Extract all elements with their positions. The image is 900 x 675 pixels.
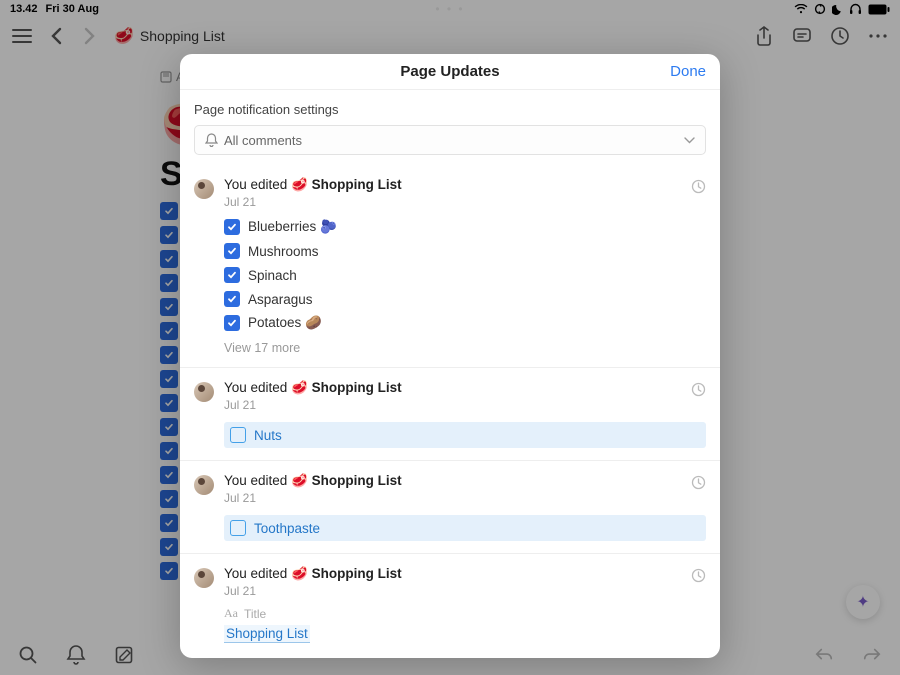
checkbox-item[interactable] [160,562,178,580]
sync-icon [814,3,826,15]
modal-header: Page Updates Done [180,54,720,90]
sidebar-toggle-icon[interactable] [12,26,32,46]
inbox-icon[interactable] [66,645,86,665]
checked-item: Asparagus [224,291,706,307]
checkbox-item[interactable] [160,418,178,436]
entry-summary: You edited 🥩 Shopping List [224,177,402,193]
nav-back-button[interactable] [46,26,66,46]
entry-timestamp: Jul 21 [224,491,402,505]
checkbox-item[interactable] [160,538,178,556]
entry-timestamp: Jul 21 [224,195,402,209]
share-icon[interactable] [754,26,774,46]
nav-forward-button [80,26,100,46]
checkbox-item[interactable] [160,274,178,292]
checkbox-item[interactable] [160,322,178,340]
item-label: Blueberries 🫐 [248,219,337,235]
moon-icon [832,4,843,15]
new-page-icon[interactable] [114,645,134,665]
update-entry: You edited 🥩 Shopping List Jul 21 Bluebe… [180,165,720,367]
checkbox-checked-icon [224,267,240,283]
breadcrumb[interactable]: 🥩 Shopping List [114,26,225,46]
checkbox-item[interactable] [160,466,178,484]
added-item-row: Nuts [224,422,706,448]
checked-item: Potatoes 🥔 [224,315,706,331]
status-time: 13.42 [10,3,38,15]
undo-icon[interactable] [814,645,834,665]
multitask-handle-icon[interactable]: • • • [435,2,464,16]
modal-title: Page Updates [400,63,499,80]
avatar [194,382,214,402]
checkbox-unchecked-icon [230,427,246,443]
checked-item: Mushrooms [224,243,706,259]
checkbox-item[interactable] [160,394,178,412]
bell-icon [205,133,218,147]
clock-icon [691,568,706,588]
title-field-label: AaTitle [224,606,706,621]
settings-label: Page notification settings [194,102,706,117]
more-icon[interactable] [868,26,888,46]
entry-summary: You edited 🥩 Shopping List [224,473,402,489]
checkbox-item[interactable] [160,514,178,532]
ai-assist-button[interactable]: ✦ [846,585,880,619]
wifi-icon [794,4,808,14]
clock-icon [691,382,706,402]
item-label: Asparagus [248,292,313,307]
page-title-breadcrumb: Shopping List [140,28,225,44]
checkbox-item[interactable] [160,226,178,244]
item-label: Spinach [248,268,297,283]
updates-icon[interactable] [830,26,850,46]
entry-timestamp: Jul 21 [224,398,402,412]
entry-timestamp: Jul 21 [224,584,402,598]
checked-item: Spinach [224,267,706,283]
checkbox-item[interactable] [160,346,178,364]
dropdown-value: All comments [224,133,302,148]
checkbox-item[interactable] [160,202,178,220]
checkbox-item[interactable] [160,250,178,268]
update-entry: You edited 🥩 Shopping List Jul 21 Nuts [180,367,720,460]
page-emoji-icon: 🥩 [114,26,134,46]
checkbox-unchecked-icon [230,520,246,536]
notification-dropdown[interactable]: All comments [194,125,706,155]
checked-item: Blueberries 🫐 [224,219,706,235]
checkbox-item[interactable] [160,298,178,316]
clock-icon [691,179,706,199]
redo-icon[interactable] [862,645,882,665]
update-entry: You edited 🥩 Shopping List Jul 21 AaTitl… [180,553,720,655]
entry-summary: You edited 🥩 Shopping List [224,566,402,582]
checkbox-item[interactable] [160,370,178,388]
checkbox-checked-icon [224,243,240,259]
added-item-label: Toothpaste [254,521,320,536]
headphones-icon [849,3,862,15]
update-entry: You edited 🥩 Shopping List Jul 21 Toothp… [180,460,720,553]
status-date: Fri 30 Aug [46,3,99,15]
app-toolbar: 🥩 Shopping List [0,18,900,54]
clock-icon [691,475,706,495]
title-change-value[interactable]: Shopping List [224,625,310,643]
chevron-down-icon [684,131,695,149]
entry-summary: You edited 🥩 Shopping List [224,380,402,396]
avatar [194,568,214,588]
item-label: Mushrooms [248,244,319,259]
battery-icon [868,4,890,15]
added-item-row: Toothpaste [224,515,706,541]
checkbox-checked-icon [224,315,240,331]
checkbox-checked-icon [224,291,240,307]
added-item-label: Nuts [254,428,282,443]
checkbox-item[interactable] [160,442,178,460]
avatar [194,179,214,199]
comments-icon[interactable] [792,26,812,46]
page-updates-modal: Page Updates Done Page notification sett… [180,54,720,658]
avatar [194,475,214,495]
status-icons-right [794,3,890,15]
checkbox-checked-icon [224,219,240,235]
search-icon[interactable] [18,645,38,665]
done-button[interactable]: Done [670,63,706,80]
checkbox-item[interactable] [160,490,178,508]
view-more-link[interactable]: View 17 more [224,341,706,355]
item-label: Potatoes 🥔 [248,315,322,331]
